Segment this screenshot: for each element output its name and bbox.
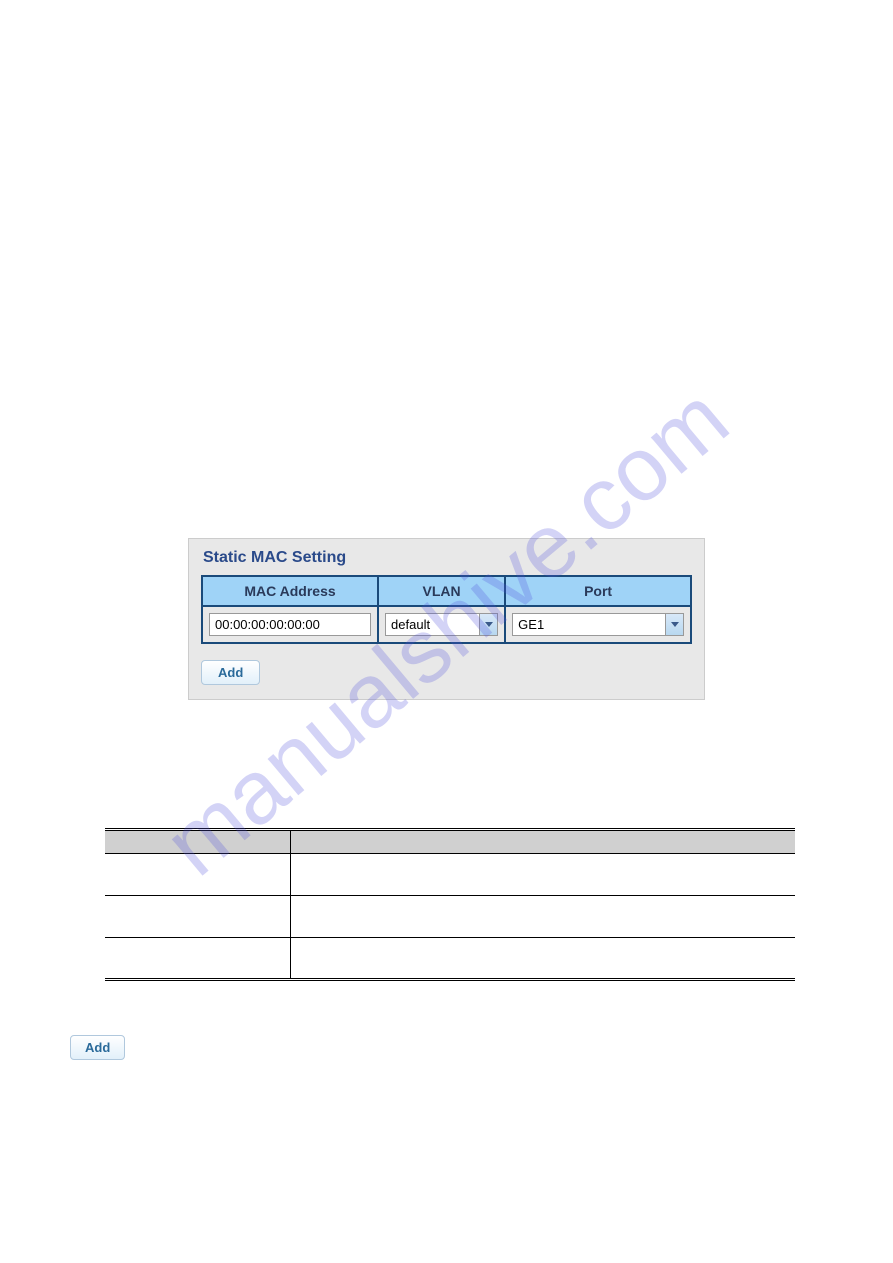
port-select-value: GE1 [513,614,665,635]
desc-row [105,854,795,896]
static-mac-panel: Static MAC Setting MAC Address VLAN Port… [188,538,705,700]
desc-row [105,896,795,938]
desc-cell-left [105,854,290,896]
mac-address-input[interactable] [209,613,371,636]
add-button[interactable]: Add [201,660,260,685]
port-select[interactable]: GE1 [512,613,684,636]
standalone-add-button[interactable]: Add [70,1035,125,1060]
chevron-down-icon [665,614,683,635]
desc-header-row [105,830,795,854]
description-table-container [105,828,795,981]
vlan-cell: default [378,606,505,643]
desc-header-left [105,830,290,854]
vlan-select-value: default [386,614,479,635]
desc-row [105,938,795,980]
port-cell: GE1 [505,606,691,643]
mac-cell [202,606,378,643]
config-input-row: default GE1 [202,606,691,643]
panel-title: Static MAC Setting [189,539,704,571]
button-row: Add [189,654,704,699]
description-table [105,828,795,981]
chevron-down-icon [479,614,497,635]
config-table: MAC Address VLAN Port default [201,575,692,644]
desc-cell-left [105,896,290,938]
desc-header-right [290,830,795,854]
desc-cell-right [290,896,795,938]
header-port: Port [505,576,691,606]
header-mac: MAC Address [202,576,378,606]
desc-cell-right [290,854,795,896]
desc-cell-left [105,938,290,980]
table-header-row: MAC Address VLAN Port [202,576,691,606]
desc-cell-right [290,938,795,980]
header-vlan: VLAN [378,576,505,606]
vlan-select[interactable]: default [385,613,498,636]
